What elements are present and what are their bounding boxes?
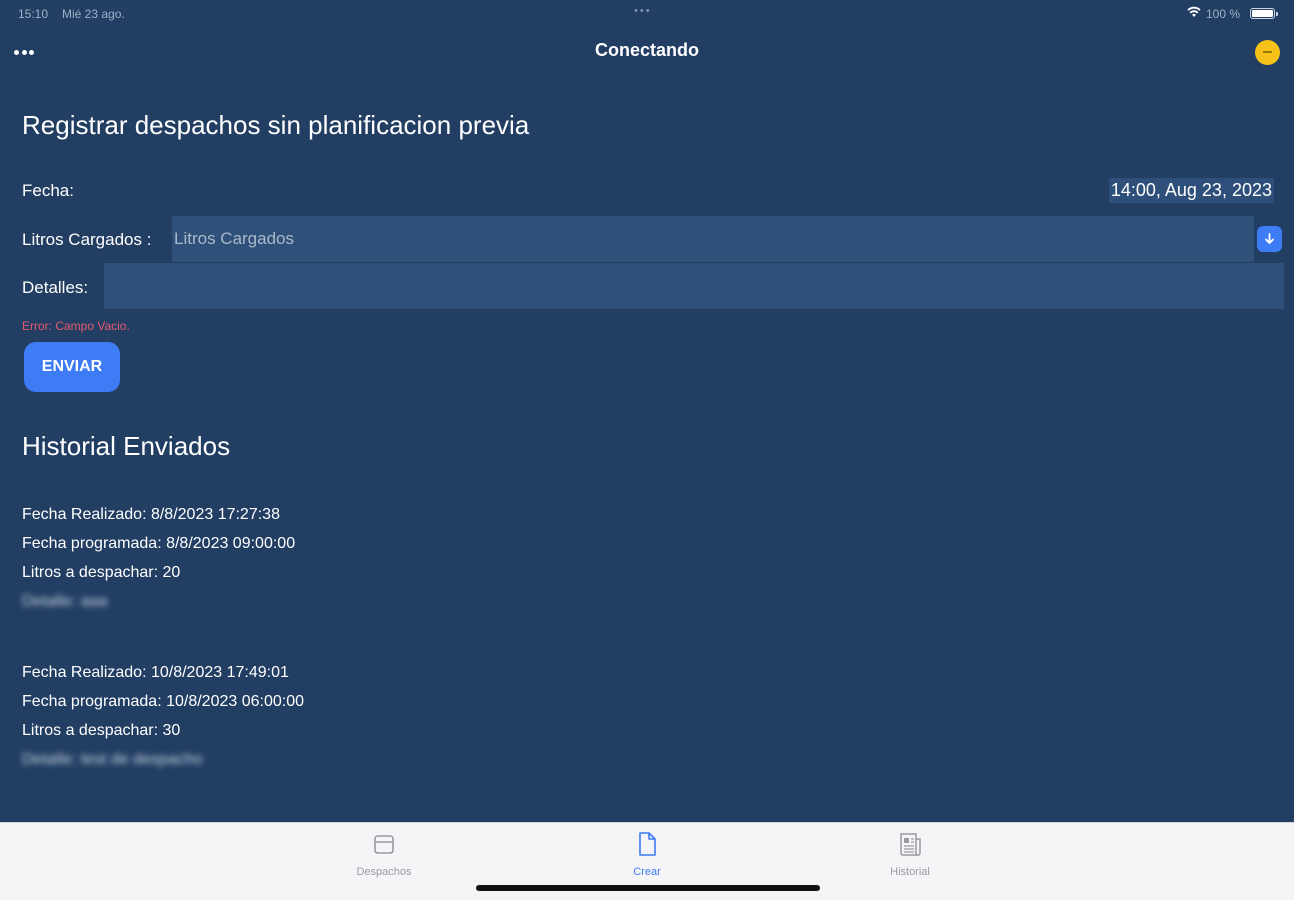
fecha-programada: Fecha programada: 10/8/2023 06:00:00 bbox=[22, 693, 304, 710]
error-message: Error: Campo Vacio. bbox=[22, 319, 130, 333]
tray-icon bbox=[374, 835, 394, 854]
keyboard-done-button[interactable] bbox=[1257, 226, 1282, 252]
battery-percent: 100 % bbox=[1206, 7, 1241, 21]
connection-status-icon[interactable] bbox=[1255, 40, 1280, 65]
litros-despachar: Litros a despachar: 20 bbox=[22, 564, 181, 581]
fecha-label: Fecha: bbox=[22, 181, 74, 200]
fecha-realizado: Fecha Realizado: 10/8/2023 17:49:01 bbox=[22, 664, 289, 681]
tab-label: Historial bbox=[890, 866, 930, 878]
tab-label: Despachos bbox=[356, 866, 412, 878]
history-entry: Fecha Realizado: 8/8/2023 17:27:38 Fecha… bbox=[22, 500, 295, 616]
home-indicator[interactable] bbox=[476, 885, 820, 891]
status-bar: 15:10 Mié 23 ago. ••• 100 % bbox=[0, 0, 1294, 26]
history-heading: Historial Enviados bbox=[22, 431, 231, 461]
battery-icon bbox=[1250, 8, 1278, 19]
send-button[interactable]: ENVIAR bbox=[24, 342, 120, 392]
fecha-programada: Fecha programada: 8/8/2023 09:00:00 bbox=[22, 535, 296, 552]
document-icon bbox=[639, 832, 656, 856]
fecha-realizado: Fecha Realizado: 8/8/2023 17:27:38 bbox=[22, 506, 280, 523]
status-time: 15:10 bbox=[18, 7, 49, 21]
multitasking-dots[interactable]: ••• bbox=[634, 5, 652, 17]
newspaper-icon bbox=[900, 833, 921, 856]
wifi-icon bbox=[1187, 6, 1201, 17]
detalle: Detalle: test de despacho bbox=[22, 751, 203, 768]
tab-label: Crear bbox=[633, 866, 661, 878]
tab-historial[interactable]: Historial bbox=[870, 829, 950, 878]
detalles-label: Detalles: bbox=[22, 278, 89, 297]
litros-label: Litros Cargados : bbox=[22, 230, 152, 249]
detalle: Detalle: aaa bbox=[22, 593, 108, 610]
fecha-picker[interactable]: 14:00, Aug 23, 2023 bbox=[1108, 178, 1274, 203]
status-date: Mié 23 ago. bbox=[62, 7, 125, 21]
detalles-input[interactable] bbox=[104, 263, 1284, 309]
navigation-bar: Conectando bbox=[0, 28, 1294, 74]
litros-input[interactable] bbox=[172, 216, 1254, 262]
form-heading: Registrar despachos sin planificacion pr… bbox=[22, 110, 530, 140]
connection-status-title: Conectando bbox=[594, 40, 699, 60]
history-entry: Fecha Realizado: 10/8/2023 17:49:01 Fech… bbox=[22, 658, 304, 774]
tab-crear[interactable]: Crear bbox=[607, 829, 687, 878]
litros-despachar: Litros a despachar: 30 bbox=[22, 722, 181, 739]
tab-despachos[interactable]: Despachos bbox=[344, 829, 424, 878]
arrow-down-icon bbox=[1265, 233, 1274, 244]
